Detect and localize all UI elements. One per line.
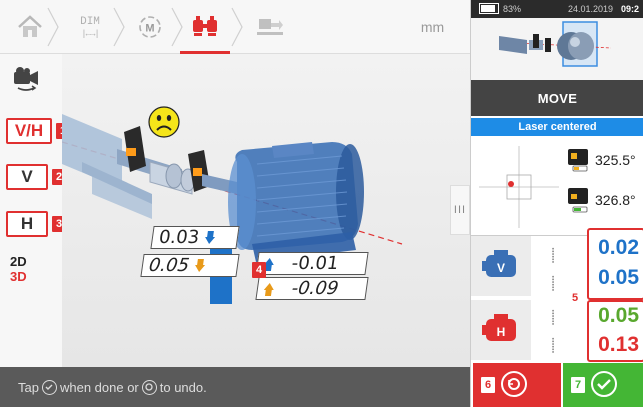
home-icon — [18, 15, 42, 37]
vertical-offset-text: 0.03 — [157, 227, 201, 248]
arrow-down-icon — [204, 231, 215, 244]
horizontal-machine-icon: H — [482, 314, 516, 341]
check-icon — [591, 371, 617, 397]
sensor-1-angle: 325.5° — [595, 152, 636, 168]
dim-label: DIM — [80, 15, 100, 28]
undo-circle-icon — [141, 379, 157, 395]
vertical-angle-result: 0.05 — [598, 266, 639, 289]
horizontal-offset-value: 0.05 — [140, 254, 240, 277]
coupling-symbol-v-top: ⸽ — [551, 248, 555, 264]
v-label: V — [21, 167, 33, 186]
horizontal-angle-text: -0.09 — [290, 278, 340, 299]
horizontal-offset-text: 0.05 — [147, 255, 191, 276]
machine-thumbnail-graphic — [499, 21, 612, 67]
undo-icon — [501, 371, 527, 397]
vh-label: V/H — [14, 121, 44, 140]
move-button[interactable]: MOVE — [471, 80, 643, 116]
confirm-button[interactable]: 7 — [563, 363, 643, 407]
badge-4: 4 — [252, 262, 266, 278]
move-step[interactable] — [240, 0, 300, 54]
status-date: 24.01.2019 — [568, 4, 614, 14]
top-toolbar: DIM |←→| M mm — [0, 0, 470, 54]
horizontal-result-cell[interactable]: H — [471, 300, 531, 360]
battery-icon — [479, 3, 499, 14]
measure-m-icon: M — [139, 16, 161, 38]
horizontal-angle-result: 0.13 — [598, 333, 639, 356]
undo-button[interactable]: 6 — [473, 363, 561, 407]
vertical-angle-text: -0.01 — [290, 253, 340, 274]
vertical-result-box: 0.02 0.05 — [587, 228, 643, 300]
arrow-up-orange-icon — [263, 283, 274, 296]
coupling-symbol-h-bottom: ⸽ — [551, 338, 555, 354]
machine-3d-viewport[interactable]: 0.03 -0.01 0.05 -0.09 4 — [62, 54, 470, 367]
arrow-down-orange-icon — [194, 259, 205, 272]
right-panel: 83% 24.01.2019 09:2 MOVE Laser centered — [470, 0, 643, 407]
sensor-2-icon — [568, 188, 588, 213]
vertical-machine-icon: V — [482, 250, 516, 277]
laser-status: Laser centered — [471, 118, 643, 136]
hint-text-2: when done or — [59, 379, 139, 395]
check-circle-icon — [41, 379, 57, 395]
unhappy-face-icon — [148, 106, 180, 138]
vertical-offset-value: 0.03 — [150, 226, 240, 249]
move-label: MOVE — [537, 90, 578, 106]
sensor-2-angle: 326.8° — [595, 192, 636, 208]
vertical-angle-value: -0.01 — [255, 252, 369, 275]
left-toolbar: V/H 1 V 2 H 3 2D 3D — [0, 54, 70, 367]
vertical-offset-result: 0.02 — [598, 236, 639, 259]
chevron-right-icon — [47, 7, 59, 47]
chevron-right-icon — [113, 7, 125, 47]
svg-text:H: H — [497, 325, 506, 339]
mode-3d-toggle[interactable]: 3D — [10, 269, 27, 284]
measure-step[interactable]: M — [125, 0, 175, 54]
status-bar: 83% 24.01.2019 09:2 — [471, 0, 643, 18]
svg-text:V: V — [497, 261, 505, 275]
machine-thumbnail[interactable] — [471, 18, 643, 80]
laser-position-section: 325.5° 326.8° — [471, 136, 643, 236]
hint-text-1: Tap — [18, 379, 39, 395]
move-machine-icon — [257, 19, 283, 35]
machine-train-graphic — [62, 114, 403, 304]
mode-2d-toggle[interactable]: 2D — [10, 254, 27, 269]
hint-bar: Tap when done or to undo. — [0, 367, 470, 407]
measure-m-label: M — [145, 23, 154, 35]
panel-resize-handle[interactable]: III — [450, 185, 470, 235]
sensor-1-icon — [568, 149, 588, 172]
view-v-button[interactable]: V — [6, 164, 48, 190]
h-label: H — [20, 214, 34, 233]
laser-target-icon — [479, 146, 559, 228]
home-button[interactable] — [10, 0, 50, 54]
results-section: V ⸽ ⸽ 0.02 0.05 5 H ⸽ ⸽ 0.05 0.13 — [471, 228, 643, 362]
status-time: 09:2 — [621, 4, 640, 14]
dim-arrow-icon: |←→| — [81, 28, 100, 39]
results-step-active[interactable] — [180, 0, 230, 54]
badge-6: 6 — [481, 377, 495, 393]
horizontal-result-box: 0.05 0.13 — [587, 300, 643, 362]
dimensions-step[interactable]: DIM |←→| — [60, 0, 120, 54]
vertical-result-cell[interactable]: V — [471, 236, 531, 296]
battery-percent: 83% — [503, 4, 522, 14]
view-h-button[interactable]: H — [6, 211, 48, 237]
machine-coupling-icon — [193, 15, 217, 36]
coupling-symbol-v-bottom: ⸽ — [551, 276, 555, 292]
horizontal-offset-result: 0.05 — [598, 304, 639, 327]
hint-text-3: to undo. — [159, 379, 207, 395]
horizontal-angle-value: -0.09 — [255, 277, 369, 300]
unit-label[interactable]: mm — [405, 0, 460, 54]
laser-status-label: Laser centered — [518, 121, 597, 133]
coupling-symbol-h-top: ⸽ — [551, 310, 555, 326]
camera-view-icon[interactable] — [12, 66, 40, 92]
badge-5: 5 — [571, 292, 579, 304]
view-vh-button[interactable]: V/H — [6, 118, 52, 144]
badge-7: 7 — [571, 377, 585, 393]
